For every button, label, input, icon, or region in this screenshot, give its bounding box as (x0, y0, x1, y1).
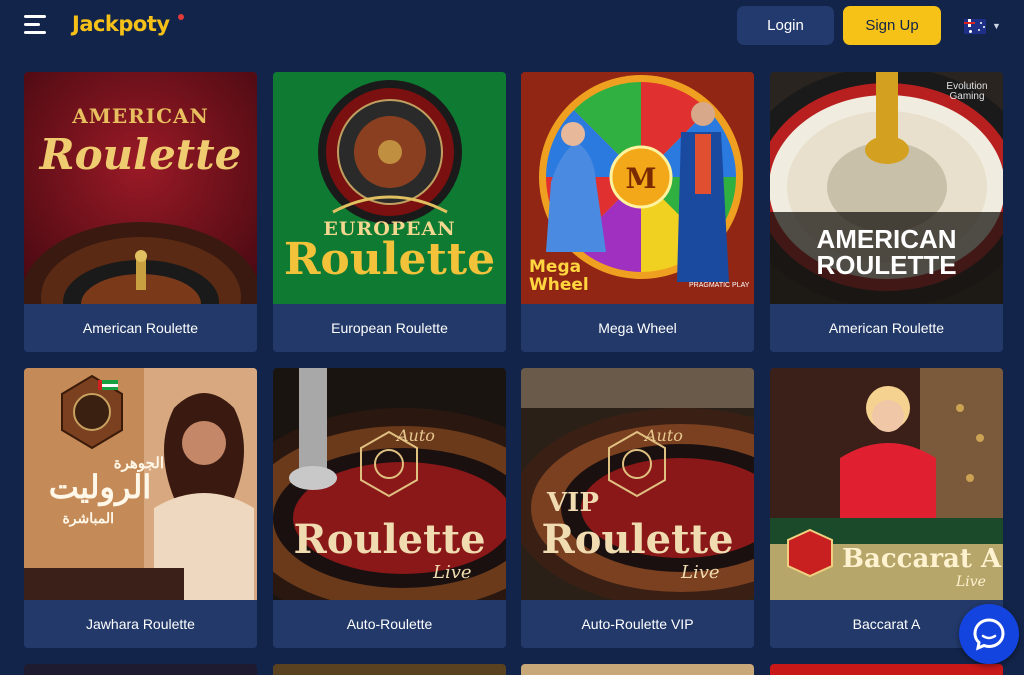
art-title-main: Roulette (541, 516, 734, 563)
art-title-sub: Live (681, 562, 720, 583)
art-title-sub: Live (956, 574, 986, 590)
art-title-sub: Live (433, 562, 472, 583)
provider-badge: Evolution Gaming (946, 81, 988, 102)
art-title-main: Roulette (283, 234, 496, 285)
game-thumbnail[interactable]: Auto VIP Roulette Live (521, 368, 754, 600)
australia-flag-icon (964, 18, 986, 34)
game-thumbnail[interactable]: M Mega Wheel PRAGMATIC PLAY (521, 72, 754, 304)
art-title-top: Auto (397, 426, 435, 445)
art-title-main: Roulette (39, 130, 242, 179)
hamburger-menu-icon[interactable] (24, 15, 46, 35)
game-card[interactable]: Auto Roulette Live Auto-Roulette (273, 368, 506, 648)
game-card[interactable]: AMERICAN Roulette American Roulette (24, 72, 257, 352)
art-title-main: Roulette (293, 516, 486, 563)
art-letter: M (625, 162, 657, 195)
game-title[interactable]: European Roulette (273, 304, 506, 352)
art-title-top: Auto (645, 426, 683, 445)
provider-badge: PRAGMATIC PLAY (689, 282, 750, 289)
game-card-partial[interactable] (24, 664, 257, 675)
game-card[interactable]: EUROPEAN Roulette European Roulette (273, 72, 506, 352)
game-title[interactable]: American Roulette (770, 304, 1003, 352)
art-vip-label: VIP (547, 488, 599, 518)
game-title[interactable]: Auto-Roulette (273, 600, 506, 648)
language-selector[interactable]: ▼ (964, 17, 1004, 35)
game-card[interactable]: M Mega Wheel PRAGMATIC PLAY Mega Wheel (521, 72, 754, 352)
game-card-partial[interactable] (273, 664, 506, 675)
game-card-partial[interactable] (521, 664, 754, 675)
game-title[interactable]: Mega Wheel (521, 304, 754, 352)
game-title[interactable]: Jawhara Roulette (24, 600, 257, 648)
game-card[interactable]: Evolution Gaming AMERICAN ROULETTE Americ… (770, 72, 1003, 352)
game-thumbnail[interactable]: Evolution Gaming AMERICAN ROULETTE (770, 72, 1003, 304)
game-card[interactable]: Baccarat A Live Baccarat A (770, 368, 1003, 648)
top-header: Jackpoty Login Sign Up ▼ (0, 0, 1024, 56)
art-title-top: AMERICAN (72, 104, 209, 128)
chevron-down-icon: ▼ (992, 21, 1001, 31)
signup-button[interactable]: Sign Up (843, 6, 941, 45)
game-thumbnail[interactable]: Baccarat A Live (770, 368, 1003, 600)
game-title[interactable]: Auto-Roulette VIP (521, 600, 754, 648)
chat-bubble-icon[interactable] (959, 604, 1019, 664)
game-thumbnail[interactable]: Auto Roulette Live (273, 368, 506, 600)
game-card[interactable]: الجوهرة الروليت المباشرة Jawhara Roulett… (24, 368, 257, 648)
game-title[interactable]: American Roulette (24, 304, 257, 352)
logo-dot (178, 14, 184, 20)
art-title-main: Mega Wheel (529, 257, 589, 295)
brand-logo[interactable]: Jackpoty (72, 12, 170, 36)
art-title-sub: المباشرة (62, 510, 114, 526)
game-thumbnail[interactable]: الجوهرة الروليت المباشرة (24, 368, 257, 600)
game-thumbnail[interactable]: AMERICAN Roulette (24, 72, 257, 304)
art-title-main: AMERICAN ROULETTE (816, 224, 957, 280)
game-card[interactable]: Auto VIP Roulette Live Auto-Roulette VIP (521, 368, 754, 648)
art-title-main: Baccarat A (842, 544, 1002, 574)
login-button[interactable]: Login (737, 6, 834, 45)
game-card-partial[interactable] (770, 664, 1003, 675)
game-thumbnail[interactable]: EUROPEAN Roulette (273, 72, 506, 304)
art-title-main: الروليت (48, 469, 152, 505)
